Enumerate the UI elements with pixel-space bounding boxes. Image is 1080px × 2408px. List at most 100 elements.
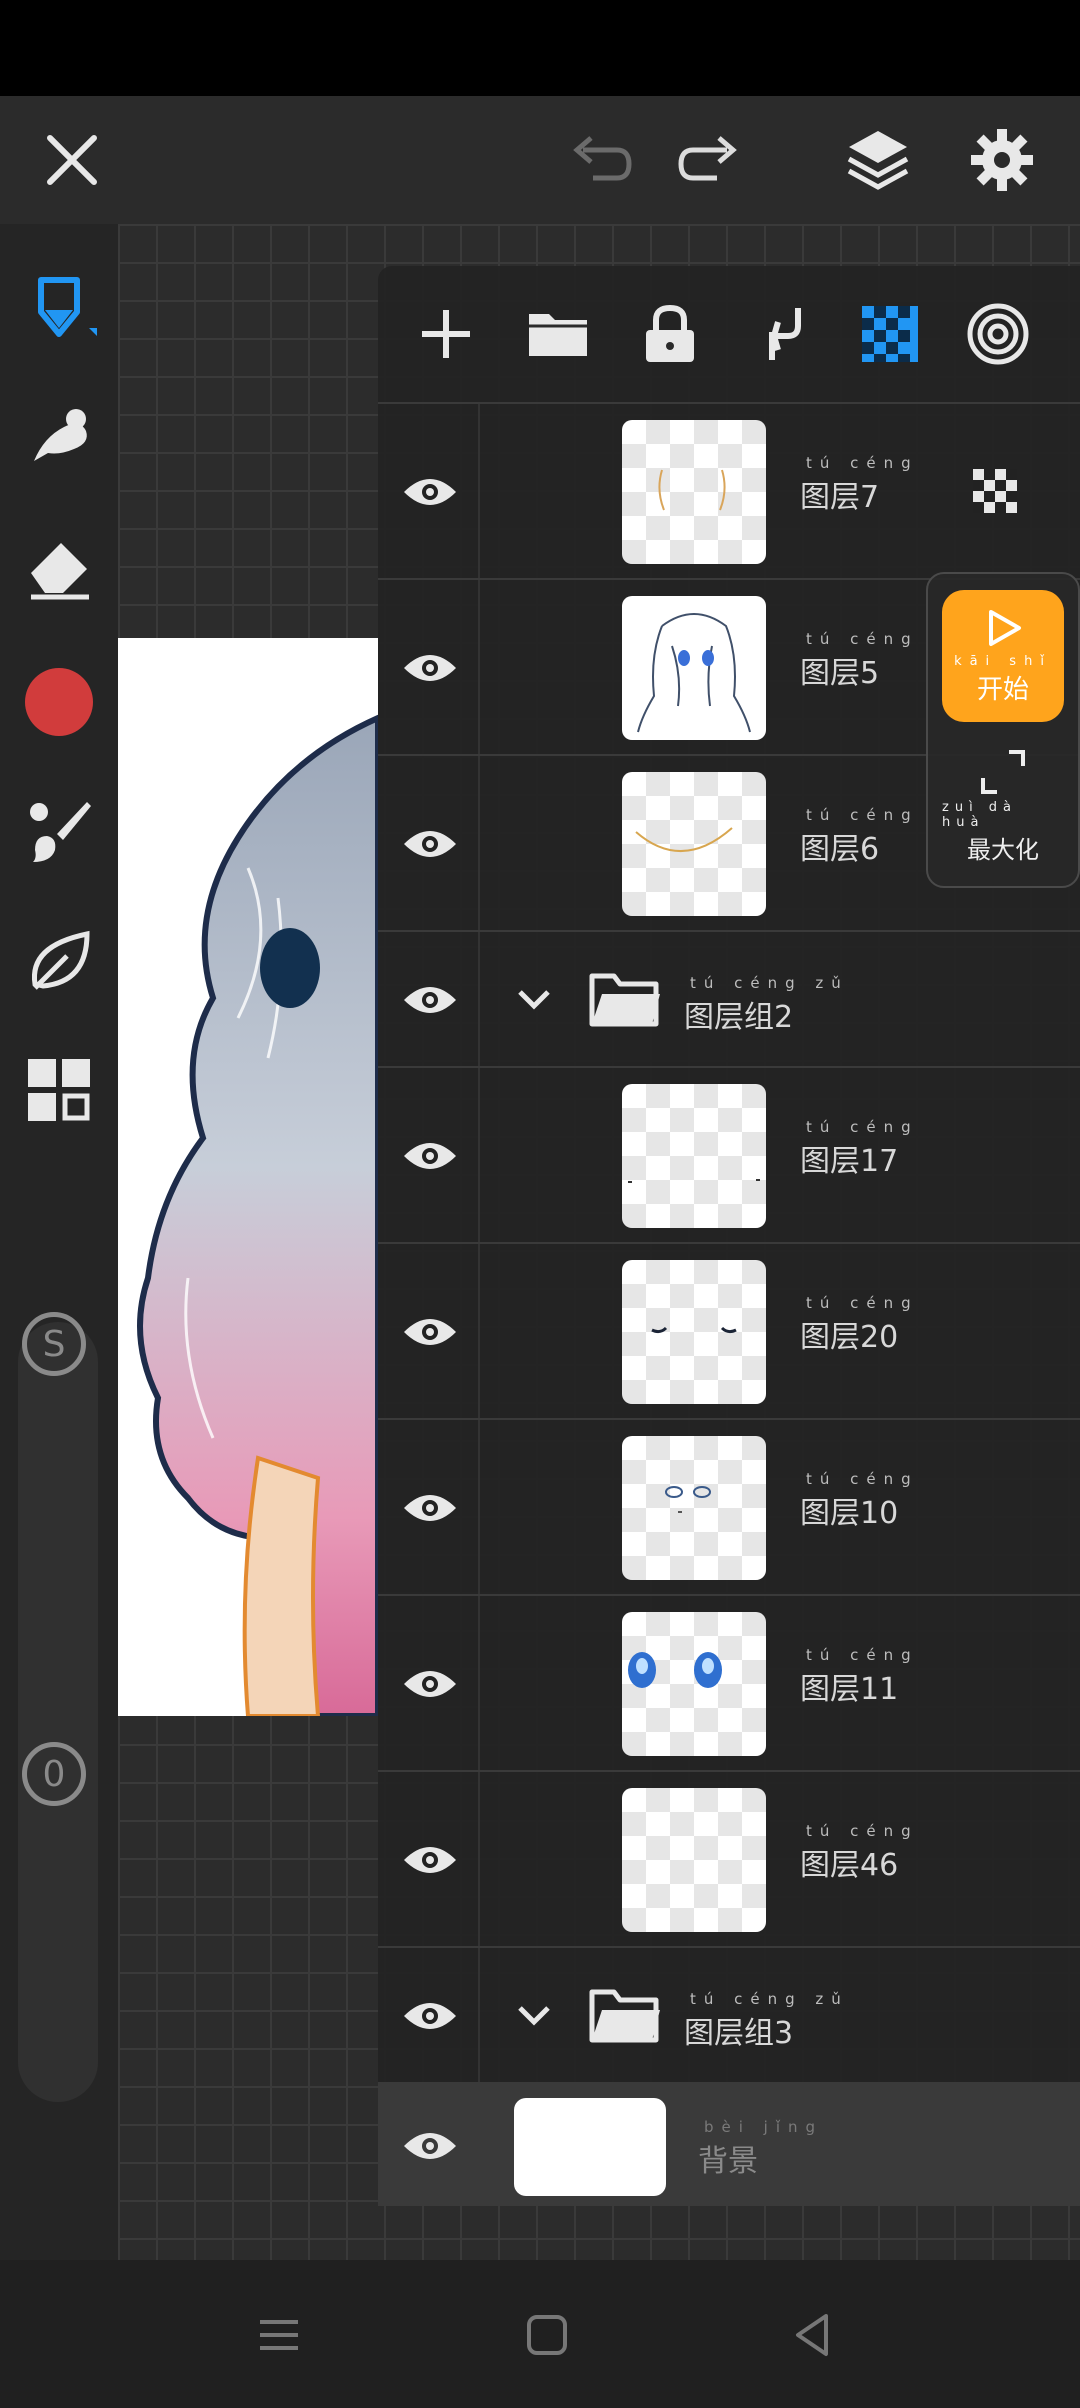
layers-icon bbox=[847, 131, 909, 190]
chevron-down-icon bbox=[518, 990, 550, 1010]
merge-down-button[interactable] bbox=[742, 294, 822, 374]
visibility-toggle[interactable] bbox=[398, 1476, 462, 1540]
layer-name-text: 图层5 bbox=[800, 656, 880, 691]
eye-icon bbox=[404, 2133, 456, 2159]
eye-icon bbox=[404, 655, 456, 681]
visibility-toggle[interactable] bbox=[398, 1828, 462, 1892]
layer-row[interactable]: tú céng 图层10 bbox=[378, 1418, 1080, 1594]
background-layer-row[interactable]: bèi jǐng 背景 bbox=[378, 2082, 1080, 2206]
visibility-toggle[interactable] bbox=[398, 812, 462, 876]
checkerboard-icon bbox=[862, 306, 918, 362]
settings-icon bbox=[971, 129, 1033, 191]
eye-icon bbox=[404, 1671, 456, 1697]
leaf-tool[interactable] bbox=[19, 920, 99, 1000]
layer-name: tú céng 图层7 bbox=[800, 454, 919, 516]
redo-button[interactable] bbox=[670, 120, 750, 200]
layer-name-pinyin: tú céng bbox=[806, 454, 919, 472]
maximize-icon bbox=[981, 749, 1025, 794]
layer-thumbnail bbox=[622, 1084, 766, 1228]
layer-row[interactable]: tú céng 图层7 bbox=[378, 402, 1080, 578]
lock-icon bbox=[646, 304, 694, 362]
row-separator bbox=[478, 1068, 480, 1242]
smudge-tool[interactable] bbox=[19, 396, 99, 476]
system-nav-bar bbox=[0, 2260, 1080, 2408]
group-name-pinyin: tú céng zǔ bbox=[690, 974, 849, 992]
layers-button[interactable] bbox=[838, 120, 918, 200]
visibility-toggle[interactable] bbox=[398, 968, 462, 1032]
layer-row[interactable]: tú céng 图层11 bbox=[378, 1594, 1080, 1770]
status-bar bbox=[0, 0, 1080, 96]
layer-name-pinyin: tú céng bbox=[806, 1646, 919, 1664]
smudge-icon bbox=[34, 409, 87, 461]
brush-tool[interactable] bbox=[19, 790, 99, 870]
group-name: tú céng zǔ 图层组2 bbox=[684, 974, 849, 1036]
recents-nav-button[interactable] bbox=[244, 2300, 314, 2370]
close-icon bbox=[47, 135, 97, 185]
add-layer-button[interactable] bbox=[406, 294, 486, 374]
layer-thumbnail bbox=[622, 772, 766, 916]
layer-row[interactable]: tú céng 图层20 bbox=[378, 1242, 1080, 1418]
layer-group-row[interactable]: tú céng zǔ 图层组2 bbox=[378, 930, 1080, 1066]
transparency-button[interactable] bbox=[850, 294, 930, 374]
grid-tool[interactable] bbox=[19, 1050, 99, 1130]
home-nav-button[interactable] bbox=[512, 2300, 582, 2370]
group-expand-toggle[interactable] bbox=[514, 1996, 554, 2036]
checkerboard-icon bbox=[973, 469, 1017, 513]
settings-button[interactable] bbox=[962, 120, 1042, 200]
layer-name-pinyin: bèi jǐng bbox=[704, 2118, 824, 2136]
add-group-button[interactable] bbox=[518, 294, 598, 374]
group-folder bbox=[588, 970, 662, 1030]
artwork-canvas[interactable] bbox=[118, 638, 378, 1716]
eye-icon bbox=[404, 1143, 456, 1169]
visibility-toggle[interactable] bbox=[398, 1984, 462, 2048]
layer-transparency-lock[interactable] bbox=[972, 468, 1018, 514]
layer-name-text: 图层7 bbox=[800, 480, 880, 515]
group-expand-toggle[interactable] bbox=[514, 980, 554, 1020]
layer-group-row[interactable]: tú céng zǔ 图层组3 bbox=[378, 1946, 1080, 2082]
layer-row[interactable]: tú céng 图层17 bbox=[378, 1066, 1080, 1242]
thumbnail-content bbox=[637, 613, 751, 733]
eraser-tool[interactable] bbox=[19, 526, 99, 606]
background-thumbnail bbox=[514, 2098, 666, 2196]
visibility-toggle[interactable] bbox=[398, 1300, 462, 1364]
layer-row[interactable]: tú céng 图层46 bbox=[378, 1770, 1080, 1946]
layer-name-text: 图层6 bbox=[800, 832, 880, 867]
visibility-toggle[interactable] bbox=[398, 2114, 462, 2178]
add-icon bbox=[422, 310, 470, 358]
eye-icon bbox=[404, 2003, 456, 2029]
reference-button[interactable] bbox=[958, 294, 1038, 374]
undo-button[interactable] bbox=[560, 120, 640, 200]
visibility-toggle[interactable] bbox=[398, 1652, 462, 1716]
layer-name: tú céng 图层17 bbox=[800, 1118, 919, 1180]
maximize-button[interactable]: zuì dà huà 最大化 bbox=[942, 740, 1064, 872]
layer-name-text: 图层20 bbox=[800, 1320, 899, 1355]
layer-name: tú céng 图层5 bbox=[800, 630, 919, 692]
folder-icon bbox=[589, 973, 660, 1027]
lock-layer-button[interactable] bbox=[630, 294, 710, 374]
visibility-toggle[interactable] bbox=[398, 636, 462, 700]
back-nav-button[interactable] bbox=[778, 2300, 848, 2370]
row-separator bbox=[478, 1948, 480, 2082]
row-separator bbox=[478, 404, 480, 578]
layer-name-text: 图层10 bbox=[800, 1496, 899, 1531]
layer-name: tú céng 图层11 bbox=[800, 1646, 919, 1708]
play-icon bbox=[989, 610, 1021, 646]
eye-icon bbox=[404, 831, 456, 857]
layer-name: tú céng 图层10 bbox=[800, 1470, 919, 1532]
layer-thumbnail bbox=[622, 420, 766, 564]
layer-thumbnail bbox=[622, 1788, 766, 1932]
layer-name-pinyin: tú céng bbox=[806, 1118, 919, 1136]
layer-thumbnail bbox=[622, 1260, 766, 1404]
visibility-toggle[interactable] bbox=[398, 1124, 462, 1188]
visibility-toggle[interactable] bbox=[398, 460, 462, 524]
layer-name-text: 图层17 bbox=[800, 1144, 899, 1179]
layers-toolbar bbox=[378, 266, 1080, 402]
color-swatch[interactable] bbox=[19, 662, 99, 742]
start-button[interactable]: kāi shǐ 开始 bbox=[942, 590, 1064, 722]
pen-tool[interactable] bbox=[19, 266, 99, 346]
thumbnail-content bbox=[635, 827, 733, 853]
close-button[interactable] bbox=[32, 120, 112, 200]
layer-thumbnail bbox=[622, 1612, 766, 1756]
row-separator bbox=[478, 1596, 480, 1770]
character-artwork bbox=[137, 714, 378, 1716]
